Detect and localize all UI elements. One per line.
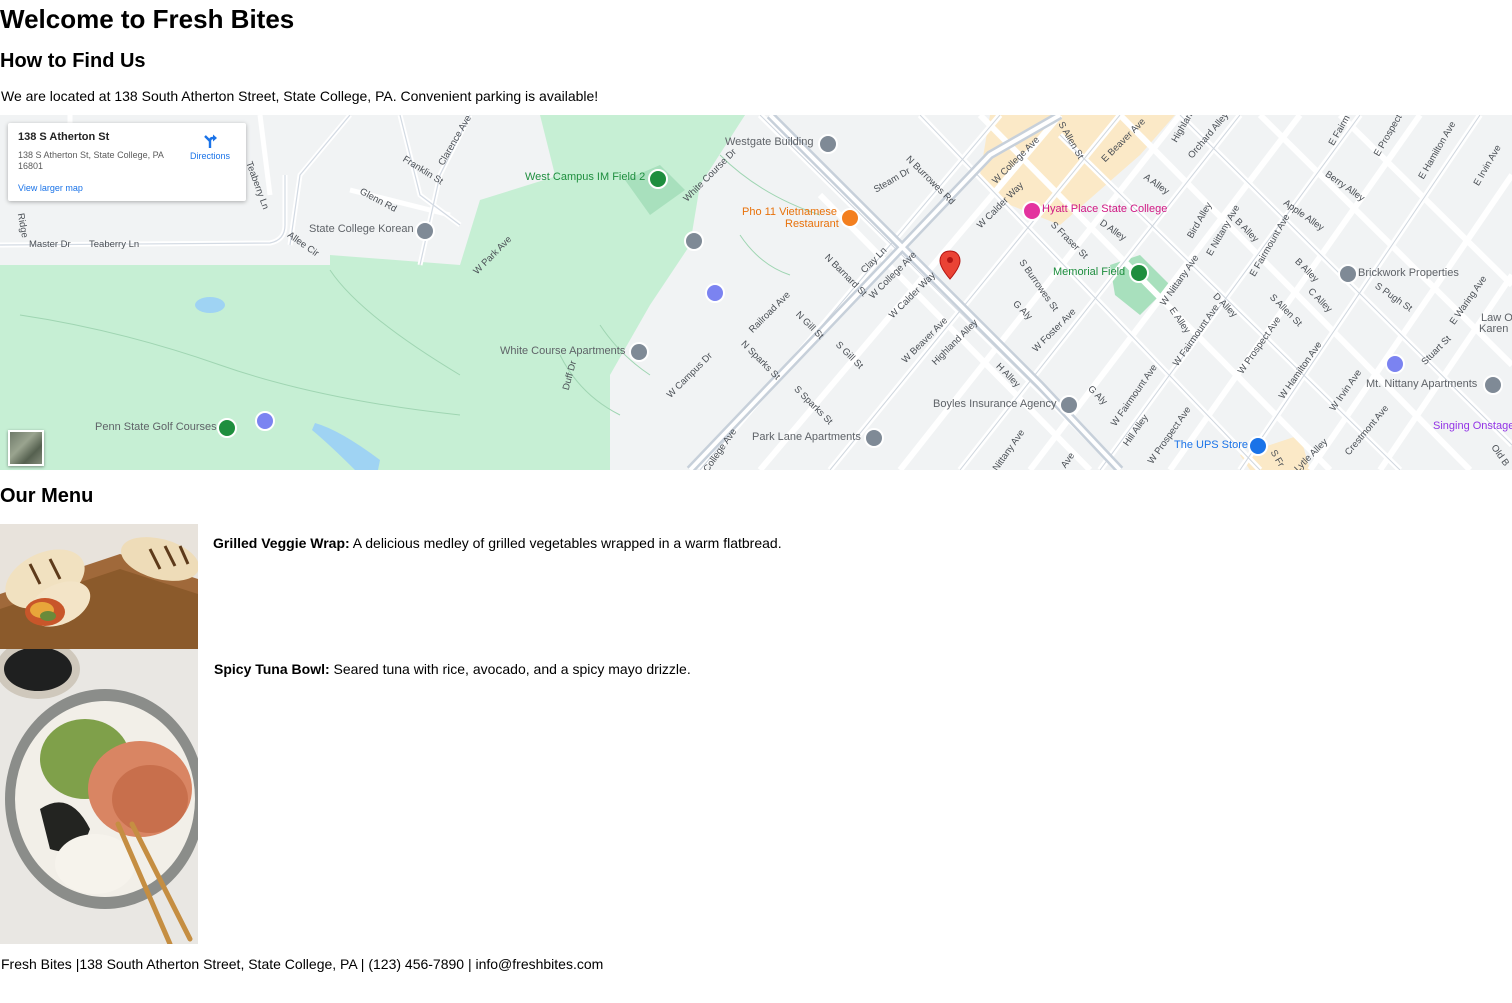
brickwork-marker-icon[interactable] [1338, 264, 1358, 284]
map-label: Park Lane Apartments [752, 431, 861, 443]
field-marker-icon[interactable] [648, 169, 668, 189]
page-title: Welcome to Fresh Bites [0, 4, 295, 34]
menu-item: Spicy Tuna Bowl: Seared tuna with rice, … [0, 649, 1512, 944]
park-lane-marker-icon[interactable] [864, 428, 884, 448]
boyles-marker-icon[interactable] [1059, 395, 1079, 415]
map-card-title: 138 S Atherton St [18, 131, 110, 143]
map-label: Penn State Golf Courses [95, 421, 217, 433]
map-label: Mt. Nittany Apartments [1366, 378, 1478, 390]
directions-button[interactable]: Directions [186, 133, 234, 161]
white-course-marker-icon[interactable] [629, 342, 649, 362]
map-label: Karen [1479, 323, 1509, 335]
parking-icon[interactable] [1385, 354, 1405, 374]
ups-marker-icon[interactable] [1248, 436, 1268, 456]
menu-item: Grilled Veggie Wrap: A delicious medley … [0, 524, 1512, 649]
map-label: Pho 11 Vietnamese [742, 206, 837, 218]
parking-icon[interactable] [255, 411, 275, 431]
westgate-marker-icon[interactable] [818, 134, 838, 154]
find-us-heading: How to Find Us [0, 50, 146, 72]
memorial-marker-icon[interactable] [1129, 263, 1149, 283]
map-label: The UPS Store [1174, 439, 1248, 451]
map-card-address: 138 S Atherton St, State College, PA 168… [18, 150, 164, 171]
menu-item-name: Spicy Tuna Bowl: [214, 661, 330, 677]
directions-label[interactable]: Directions [190, 151, 230, 161]
mt-nittany-marker-icon[interactable] [1483, 375, 1503, 395]
directions-icon [204, 134, 217, 148]
korean-marker-icon[interactable] [415, 221, 435, 241]
menu-item-description: Seared tuna with rice, avocado, and a sp… [333, 661, 691, 677]
map-label: Boyles Insurance Agency [933, 398, 1057, 410]
restaurant-marker-icon[interactable] [840, 208, 860, 228]
menu-item-text: Grilled Veggie Wrap: A delicious medley … [213, 535, 782, 551]
hotel-marker-icon[interactable] [1022, 201, 1042, 221]
location-text: We are located at 138 South Atherton Str… [1, 88, 599, 104]
parking-icon[interactable] [705, 283, 725, 303]
map-info-card: 138 S Atherton St 138 S Atherton St, Sta… [8, 123, 246, 201]
veggie-wrap-image [0, 524, 198, 649]
map-label: State College Korean [309, 223, 414, 235]
satellite-toggle-button[interactable] [8, 430, 44, 466]
menu-item-text: Spicy Tuna Bowl: Seared tuna with rice, … [214, 661, 691, 677]
street-label: Teaberry Ln [89, 239, 140, 250]
map-label: White Course Apartments [500, 345, 626, 357]
menu-heading: Our Menu [0, 485, 94, 507]
map-label: Restaurant [785, 218, 839, 230]
map-label: Brickwork Properties [1358, 267, 1459, 279]
map-label: West Campus IM Field 2 [525, 171, 646, 183]
page-footer: Fresh Bites |138 South Atherton Street, … [1, 956, 604, 972]
tuna-bowl-image [0, 649, 198, 944]
golf-marker-icon[interactable] [217, 418, 237, 438]
map-label: Westgate Building [725, 136, 814, 148]
school-marker-icon[interactable] [684, 231, 704, 251]
menu-item-description: A delicious medley of grilled vegetables… [352, 535, 782, 551]
menu-item-name: Grilled Veggie Wrap: [213, 535, 350, 551]
view-larger-map-link[interactable]: View larger map [18, 183, 83, 193]
map-label: Hyatt Place State College [1042, 203, 1168, 215]
street-label: Master Dr [29, 239, 71, 250]
map-label: Singing Onstage [1433, 420, 1512, 432]
map-label: Memorial Field [1053, 266, 1126, 278]
